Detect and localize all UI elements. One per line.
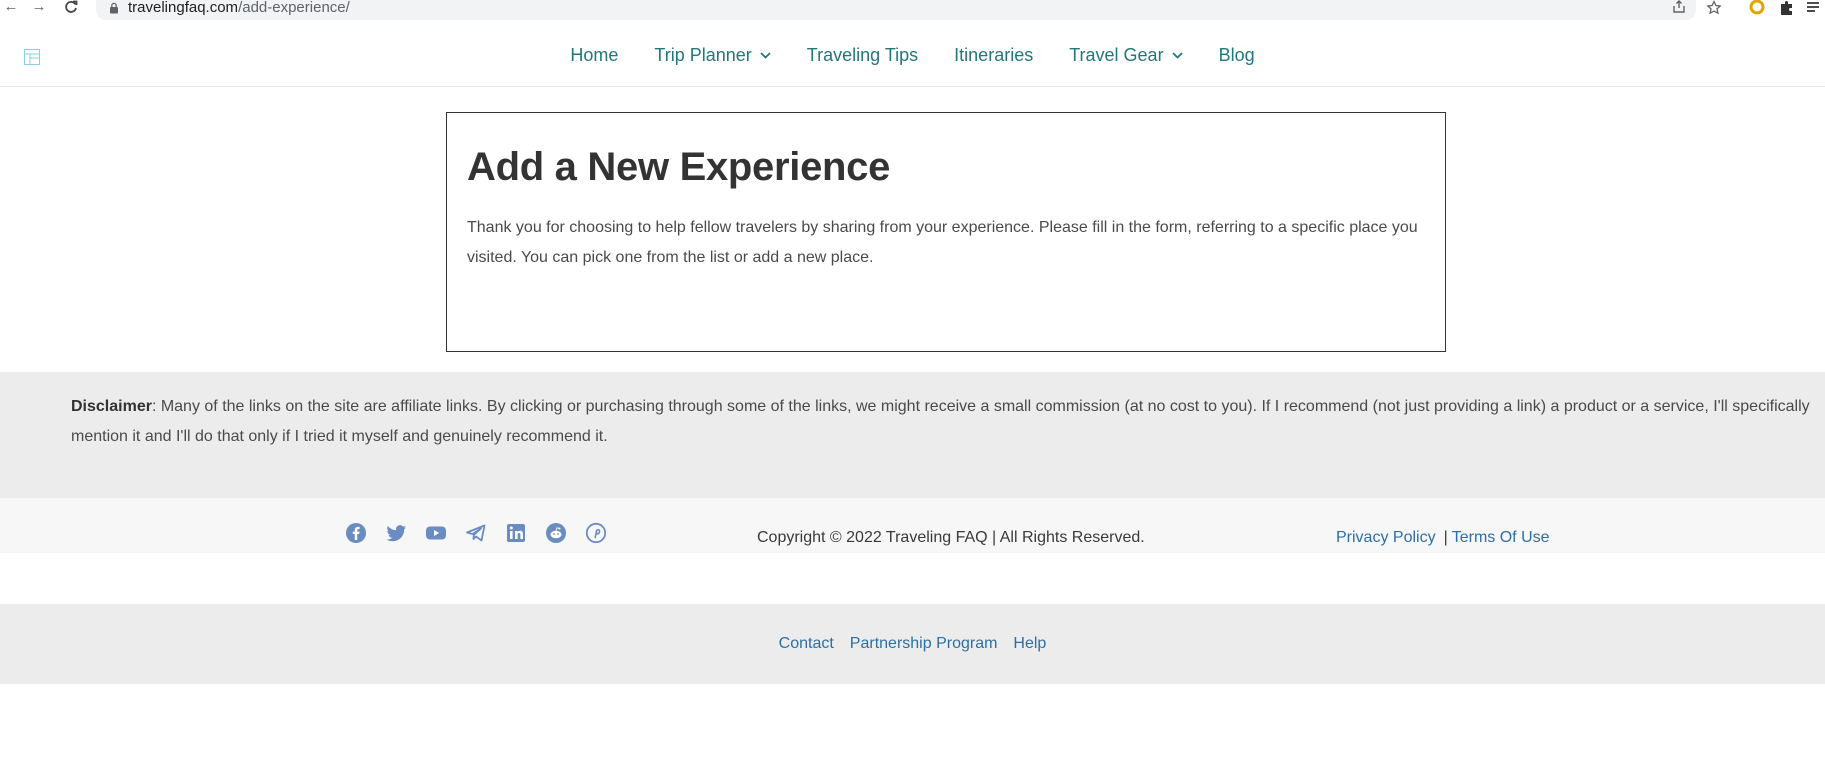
add-experience-panel: Add a New Experience Thank you for choos… [446, 112, 1446, 352]
bookmark-star-icon[interactable] [1706, 0, 1722, 21]
chevron-down-icon [1171, 51, 1183, 59]
legal-separator: | [1443, 529, 1448, 546]
bottom-links: Contact Partnership Program Help [0, 604, 1825, 684]
main-navigation: Home Trip Planner Traveling Tips Itinera… [0, 23, 1825, 87]
youtube-icon[interactable] [425, 522, 447, 544]
nav-item-trip-planner[interactable]: Trip Planner [636, 45, 788, 66]
address-bar[interactable]: travelingfaq.com/add-experience/ [96, 0, 1696, 20]
help-link[interactable]: Help [1013, 635, 1046, 653]
footer-bar: Copyright © 2022 Traveling FAQ | All Rig… [0, 498, 1825, 553]
back-icon[interactable]: ← [0, 0, 22, 16]
disclaimer-section: Disclaimer: Many of the links on the sit… [0, 372, 1825, 498]
chevron-down-icon [760, 51, 771, 59]
url-text: travelingfaq.com/add-experience/ [128, 0, 350, 16]
share-icon[interactable] [1672, 0, 1686, 17]
privacy-policy-link[interactable]: Privacy Policy [1336, 529, 1436, 546]
nav-item-itineraries[interactable]: Itineraries [936, 45, 1051, 66]
intro-text: Thank you for choosing to help fellow tr… [467, 219, 1418, 266]
lock-icon [110, 2, 118, 14]
reading-list-icon[interactable] [1806, 0, 1824, 16]
facebook-icon[interactable] [345, 522, 367, 544]
nav-item-travel-gear[interactable]: Travel Gear [1051, 45, 1200, 66]
terms-of-use-link[interactable]: Terms Of Use [1452, 529, 1550, 546]
site-header: Home Trip Planner Traveling Tips Itinera… [0, 23, 1825, 87]
disclaimer-body: : Many of the links on the site are affi… [71, 398, 1810, 445]
disclaimer-text: Disclaimer: Many of the links on the sit… [71, 392, 1811, 452]
legal-links: Privacy Policy | Terms Of Use [1336, 529, 1550, 547]
nav-item-home[interactable]: Home [552, 45, 636, 66]
page-title: Add a New Experience [467, 145, 891, 189]
linkedin-icon[interactable] [505, 522, 527, 544]
nav-item-blog[interactable]: Blog [1201, 45, 1273, 66]
partnership-program-link[interactable]: Partnership Program [850, 635, 998, 653]
contact-link[interactable]: Contact [779, 635, 834, 653]
reload-icon[interactable] [60, 0, 82, 16]
twitter-icon[interactable] [385, 522, 407, 544]
pinterest-icon[interactable] [585, 522, 607, 544]
nav-item-traveling-tips[interactable]: Traveling Tips [789, 45, 936, 66]
social-links [345, 522, 625, 544]
browser-toolbar: ← → travelingfaq.com/add-experience/ [0, 0, 1825, 22]
disclaimer-label: Disclaimer [71, 398, 152, 415]
telegram-icon[interactable] [465, 522, 487, 544]
extension-circle-icon[interactable] [1748, 0, 1766, 16]
reddit-icon[interactable] [545, 522, 567, 544]
copyright-text: Copyright © 2022 Traveling FAQ | All Rig… [757, 529, 1145, 546]
extensions-puzzle-icon[interactable] [1778, 0, 1796, 16]
forward-icon[interactable]: → [28, 0, 50, 16]
